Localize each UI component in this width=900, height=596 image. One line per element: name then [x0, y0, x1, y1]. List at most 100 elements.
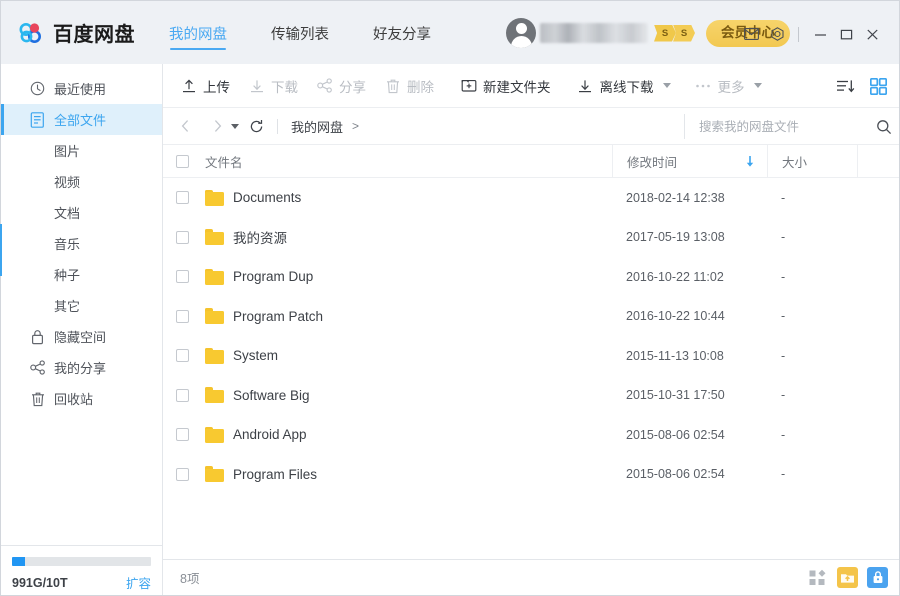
sidebar-item-pictures[interactable]: 图片	[1, 135, 162, 166]
more-button[interactable]: 更多	[695, 64, 762, 108]
row-time: 2015-11-13 10:08	[626, 348, 724, 363]
trash-icon	[29, 390, 46, 407]
row-select-cell	[163, 191, 196, 205]
item-count-label: 8项	[180, 572, 200, 586]
minimize-button[interactable]	[807, 23, 833, 45]
forward-button[interactable]	[206, 115, 228, 137]
back-button[interactable]	[174, 115, 196, 137]
table-row[interactable]: Android App 2015-08-06 02:54 -	[163, 415, 899, 455]
row-checkbox[interactable]	[175, 270, 189, 284]
table-row[interactable]: Program Patch 2016-10-22 10:44 -	[163, 297, 899, 337]
share-button[interactable]: 分享	[316, 64, 366, 108]
status-bar-icons	[807, 567, 888, 588]
sidebar-item-all-files[interactable]: 全部文件	[1, 104, 162, 135]
button-label: 删除	[407, 79, 434, 95]
row-size: -	[781, 427, 786, 442]
sidebar-item-music[interactable]: 音乐	[1, 228, 162, 259]
offline-download-button[interactable]: 离线下载	[577, 64, 671, 108]
row-select-cell	[163, 388, 196, 402]
upload-folder-icon[interactable]	[837, 567, 858, 588]
column-header-size[interactable]: 大小	[767, 144, 857, 178]
upload-button[interactable]: 上传	[180, 64, 230, 108]
file-table-header: 文件名 修改时间 大小	[163, 144, 899, 178]
settings-gear-icon[interactable]	[764, 23, 790, 45]
mail-icon[interactable]	[738, 23, 764, 45]
sidebar-item-documents[interactable]: 文档	[1, 197, 162, 228]
file-name[interactable]: 我的资源	[233, 227, 287, 247]
column-header-name[interactable]: 文件名	[196, 152, 612, 171]
avatar[interactable]	[506, 18, 536, 48]
table-row[interactable]: Software Big 2015-10-31 17:50 -	[163, 376, 899, 416]
row-checkbox[interactable]	[175, 309, 189, 323]
sidebar-item-torrents[interactable]: 种子	[1, 259, 162, 290]
storage-expand-link[interactable]: 扩容	[126, 573, 151, 592]
row-checkbox[interactable]	[175, 388, 189, 402]
tab-friend-share[interactable]: 好友分享	[373, 1, 431, 64]
sort-descending-icon[interactable]	[836, 78, 855, 94]
row-checkbox[interactable]	[175, 428, 189, 442]
table-row[interactable]: System 2015-11-13 10:08 -	[163, 336, 899, 376]
search-input[interactable]	[699, 119, 859, 134]
refresh-icon[interactable]	[246, 116, 266, 136]
row-size: -	[781, 190, 786, 205]
row-checkbox[interactable]	[175, 230, 189, 244]
sidebar-item-recycle-bin[interactable]: 回收站	[1, 383, 162, 414]
tab-my-netdisk[interactable]: 我的网盘	[169, 1, 227, 64]
sidebar-list: 最近使用 全部文件 图片 视频 文档 音乐 种子 其它 隐藏空间 我的分享 回收…	[1, 64, 162, 545]
file-name[interactable]: Software Big	[233, 388, 310, 403]
toolbar: 上传 下载 分享 删除 新建文件夹 离线下载 更多	[163, 64, 899, 108]
table-row[interactable]: 我的资源 2017-05-19 13:08 -	[163, 218, 899, 258]
select-all-checkbox[interactable]	[175, 154, 189, 168]
table-row[interactable]: Documents 2018-02-14 12:38 -	[163, 178, 899, 218]
row-size: -	[781, 467, 786, 482]
sidebar-item-other[interactable]: 其它	[1, 290, 162, 321]
button-label: 上传	[203, 79, 230, 95]
button-label: 下载	[271, 79, 298, 95]
file-name[interactable]: Program Files	[233, 467, 317, 482]
sidebar-item-my-shares[interactable]: 我的分享	[1, 352, 162, 383]
delete-button[interactable]: 删除	[384, 64, 434, 108]
file-name[interactable]: Program Dup	[233, 269, 313, 284]
row-checkbox[interactable]	[175, 191, 189, 205]
lock-icon[interactable]	[867, 567, 888, 588]
close-button[interactable]	[859, 23, 885, 45]
history-dropdown-icon[interactable]	[231, 123, 239, 129]
file-name[interactable]: Android App	[233, 427, 307, 442]
new-folder-button[interactable]: 新建文件夹	[460, 64, 551, 108]
row-select-cell	[163, 270, 196, 284]
sidebar-item-videos[interactable]: 视频	[1, 166, 162, 197]
button-label: 离线下载	[599, 79, 654, 95]
folder-icon	[205, 466, 224, 483]
app-logo: 百度网盘	[18, 18, 135, 47]
maximize-button[interactable]	[833, 23, 859, 45]
folder-icon	[205, 426, 224, 443]
row-checkbox[interactable]	[175, 349, 189, 363]
row-size: -	[781, 348, 786, 363]
download-icon	[248, 77, 265, 94]
row-name-cell: Documents	[196, 189, 612, 206]
file-name[interactable]: Program Patch	[233, 309, 323, 324]
folder-icon	[205, 229, 224, 246]
table-row[interactable]: Program Dup 2016-10-22 11:02 -	[163, 257, 899, 297]
tab-transfer-list[interactable]: 传输列表	[271, 1, 329, 64]
sidebar-item-label: 种子	[54, 268, 81, 283]
apps-grid-icon[interactable]	[807, 567, 828, 588]
sidebar-item-hidden-space[interactable]: 隐藏空间	[1, 321, 162, 352]
file-name[interactable]: Documents	[233, 190, 301, 205]
chevron-down-icon[interactable]	[753, 83, 762, 88]
breadcrumb-item-root[interactable]: 我的网盘	[291, 117, 343, 136]
file-name[interactable]: System	[233, 348, 278, 363]
sidebar-item-label: 全部文件	[54, 113, 107, 128]
chevron-down-icon[interactable]	[662, 83, 671, 88]
table-row[interactable]: Program Files 2015-08-06 02:54 -	[163, 455, 899, 495]
row-name-cell: Program Patch	[196, 308, 612, 325]
row-size: -	[781, 309, 786, 324]
sidebar-item-recent[interactable]: 最近使用	[1, 73, 162, 104]
column-header-time[interactable]: 修改时间	[612, 144, 767, 178]
search-icon[interactable]	[876, 119, 892, 135]
row-checkbox[interactable]	[175, 467, 189, 481]
grid-view-icon[interactable]	[870, 77, 887, 95]
folder-icon	[205, 387, 224, 404]
download-button[interactable]: 下载	[248, 64, 298, 108]
storage-info-row: 991G/10T 扩容	[12, 573, 151, 592]
